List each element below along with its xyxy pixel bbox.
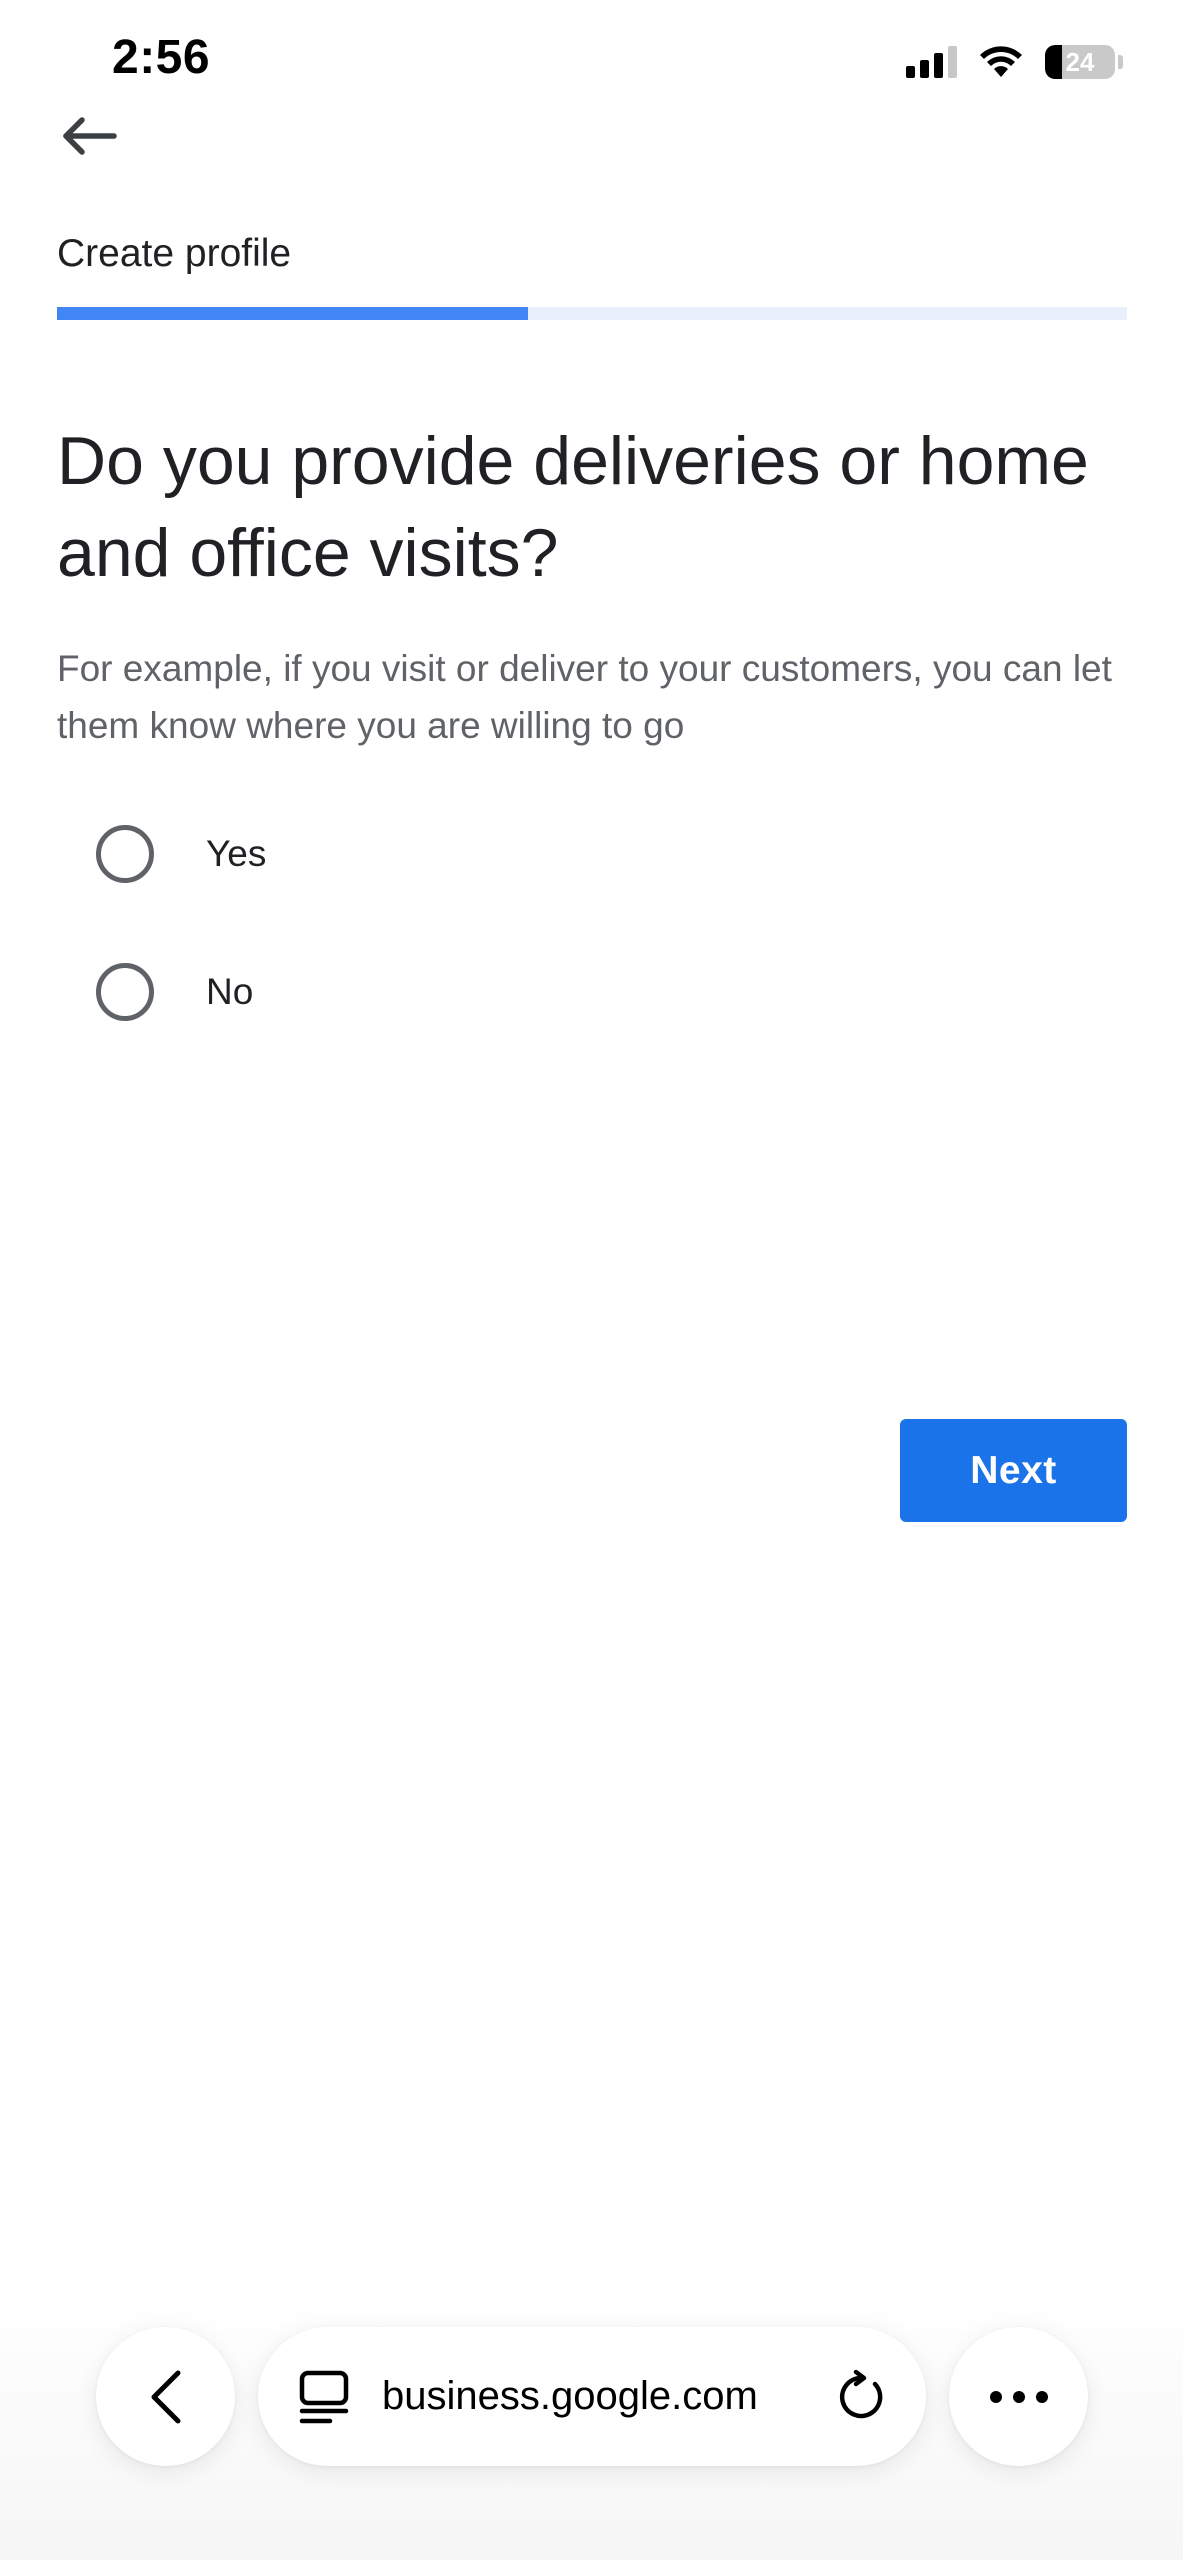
- address-bar[interactable]: business.google.com: [258, 2327, 926, 2466]
- more-icon: [989, 2390, 1048, 2403]
- wifi-icon: [980, 46, 1022, 77]
- chevron-left-icon: [151, 2370, 180, 2423]
- page-title: Create profile: [57, 232, 292, 275]
- signal-icon: [906, 46, 957, 78]
- battery-percent: 24: [1065, 46, 1095, 77]
- battery-body: 24: [1045, 45, 1115, 79]
- battery-tip: [1118, 55, 1123, 69]
- back-button[interactable]: [60, 108, 122, 164]
- url-text[interactable]: business.google.com: [382, 2374, 834, 2419]
- progress-bar: [57, 307, 1127, 320]
- arrow-left-icon: [63, 117, 117, 155]
- question-title: Do you provide deliveries or home and of…: [57, 423, 1089, 591]
- tab-overview-icon[interactable]: [298, 2369, 350, 2425]
- next-button[interactable]: Next: [900, 1419, 1127, 1522]
- status-bar: 2:56 24: [0, 0, 1183, 120]
- status-time: 2:56: [112, 31, 211, 84]
- question-description: For example, if you visit or deliver to …: [57, 648, 1112, 746]
- battery-icon: 24: [1045, 45, 1123, 79]
- more-button[interactable]: [949, 2327, 1088, 2466]
- radio-button-no[interactable]: [96, 963, 154, 1021]
- radio-label-yes: Yes: [206, 833, 267, 874]
- radio-label-no: No: [206, 971, 254, 1012]
- page: 2:56 24 Create profile Do you provide de…: [0, 0, 1183, 2560]
- radio-option-no[interactable]: No: [96, 963, 253, 1021]
- browser-back-button[interactable]: [96, 2327, 235, 2466]
- reload-icon[interactable]: [834, 2369, 888, 2424]
- status-icons: 24: [906, 42, 1123, 82]
- radio-button-yes[interactable]: [96, 825, 154, 883]
- progress-fill: [57, 307, 528, 320]
- radio-option-yes[interactable]: Yes: [96, 825, 266, 883]
